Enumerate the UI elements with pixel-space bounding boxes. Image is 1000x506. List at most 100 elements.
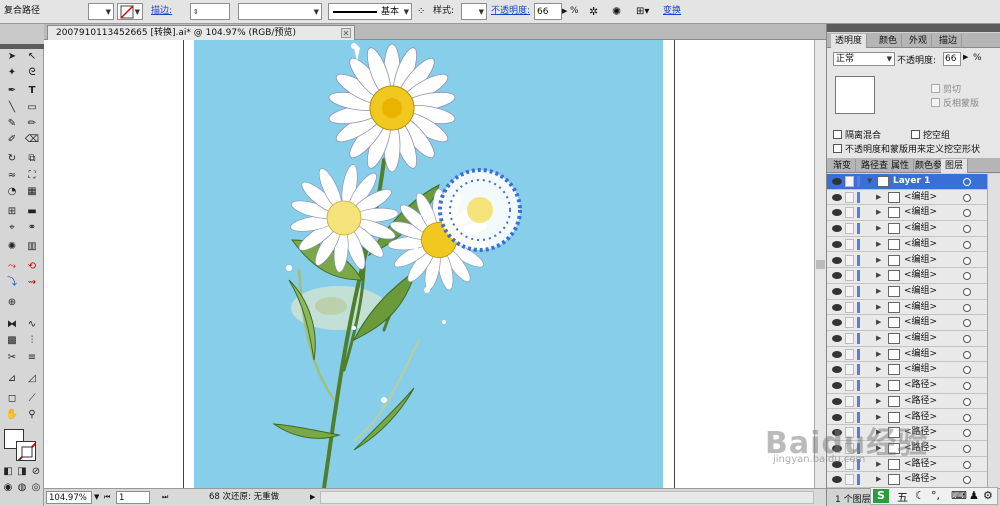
target-icon[interactable] — [963, 303, 971, 312]
sublayer-row[interactable]: ▶ <编组> — [827, 331, 987, 347]
variable-width-dropdown[interactable]: ▼ — [238, 3, 322, 20]
stroke-weight-field[interactable]: ⇕ — [190, 3, 230, 20]
sublayer-row[interactable]: ▶ <路径> — [827, 378, 987, 394]
eye-icon[interactable] — [832, 240, 842, 248]
hand-icon[interactable]: ✋ — [3, 408, 21, 422]
ime-moon-icon[interactable]: ☾ — [915, 489, 925, 502]
target-icon[interactable] — [963, 287, 971, 296]
sublayer-row[interactable]: ▶ <路径> — [827, 393, 987, 410]
target-icon[interactable] — [963, 240, 971, 249]
ime-punct-icon[interactable]: °, — [931, 489, 940, 502]
ime-toolbar[interactable]: S 五 ☾ °, ⌨ ♟ ⚙ — [870, 487, 998, 505]
eye-icon[interactable] — [832, 193, 842, 201]
lock-toggle[interactable] — [845, 207, 854, 219]
blob-brush-icon[interactable]: ✐ — [3, 133, 21, 147]
color-mode-icon[interactable]: ◧ — [1, 465, 15, 479]
zoom-field[interactable]: 104.97% — [46, 491, 92, 504]
eye-icon[interactable] — [832, 476, 842, 484]
align-icon[interactable]: ⊞▾ — [636, 3, 658, 20]
lock-toggle[interactable] — [845, 364, 854, 376]
flower-artwork[interactable] — [194, 40, 663, 488]
line-icon[interactable]: ╲ — [3, 101, 21, 115]
eye-icon[interactable] — [832, 287, 842, 295]
stroke-link[interactable]: 描边: — [151, 3, 172, 20]
graph-icon[interactable]: ▥ — [23, 240, 41, 254]
target-icon[interactable] — [963, 350, 971, 359]
lock-toggle[interactable] — [845, 176, 854, 187]
lock-toggle[interactable] — [845, 333, 854, 344]
rectangle-icon[interactable]: ▭ — [23, 101, 41, 115]
eye-icon[interactable] — [832, 413, 842, 421]
lock-toggle[interactable] — [845, 427, 854, 439]
lock-toggle[interactable] — [845, 395, 854, 407]
lock-toggle[interactable] — [845, 380, 854, 392]
tab-layers[interactable]: 图层 — [941, 159, 969, 173]
layer-row[interactable]: ▼ Layer 1 — [827, 174, 987, 190]
close-icon[interactable]: ✕ — [341, 28, 351, 38]
sublayer-row[interactable]: ▶ <编组> — [827, 283, 987, 300]
symbol-sprayer-icon[interactable]: ✺ — [3, 240, 21, 254]
target-icon[interactable] — [963, 193, 971, 202]
measure-icon[interactable]: ⟋ — [23, 392, 41, 406]
eye-icon[interactable] — [832, 350, 842, 358]
document-tab[interactable]: 2007910113452665 [转换].ai* @ 104.97% (RGB… — [47, 25, 355, 40]
expand-arrow-icon[interactable]: ▶ — [876, 190, 881, 205]
target-icon[interactable] — [963, 366, 971, 375]
lock-toggle[interactable] — [845, 348, 854, 360]
expand-arrow-icon[interactable]: ▶ — [876, 300, 881, 315]
vertical-scroll-thumb[interactable] — [816, 260, 825, 269]
knockout-group-checkbox[interactable] — [911, 130, 920, 139]
clip-checkbox[interactable] — [931, 84, 940, 93]
tab-attributes[interactable]: 属性 — [887, 159, 915, 173]
target-icon[interactable] — [963, 382, 971, 391]
sublayer-row[interactable]: ▶ <编组> — [827, 189, 987, 206]
selected-flower[interactable] — [438, 168, 522, 252]
target-icon[interactable] — [963, 444, 971, 453]
sublayer-row[interactable]: ▶ <路径> — [827, 456, 987, 473]
canvas-vertical-scrollbar[interactable] — [814, 40, 826, 488]
knife-icon[interactable]: ≡ — [23, 351, 41, 365]
expand-arrow-icon[interactable]: ▶ — [876, 362, 881, 377]
target-icon[interactable] — [963, 335, 971, 343]
eye-icon[interactable] — [832, 382, 842, 390]
align-tool-icon[interactable]: ⫶ — [23, 334, 41, 348]
ime-settings-icon[interactable]: ⚙ — [983, 489, 993, 502]
expand-arrow-icon[interactable]: ▼ — [867, 174, 872, 189]
scissors-icon[interactable]: ✂ — [3, 351, 21, 365]
canvas[interactable] — [44, 40, 814, 488]
expand-arrow-icon[interactable]: ▶ — [876, 425, 881, 440]
isolate-group-icon[interactable]: ✺ — [612, 3, 628, 20]
expand-arrow-icon[interactable]: ▶ — [876, 410, 881, 425]
eye-icon[interactable] — [832, 397, 842, 405]
first-artboard-icon[interactable]: ⏮ — [104, 491, 110, 504]
lock-toggle[interactable] — [845, 254, 854, 266]
draw-normal-icon[interactable]: ◉ — [1, 481, 15, 495]
sublayer-row[interactable]: ▶ <编组> — [827, 252, 987, 269]
tab-transparency[interactable]: 透明度 — [831, 34, 868, 48]
warp-icon[interactable]: ≈ — [3, 169, 21, 183]
transform-link[interactable]: 变换 — [663, 3, 681, 20]
lock-toggle[interactable] — [845, 317, 854, 329]
expand-arrow-icon[interactable]: ▶ — [876, 221, 881, 236]
document-setup-icon[interactable]: ⁘ — [417, 3, 431, 20]
last-artboard-icon[interactable]: ⏭ — [162, 491, 168, 504]
tools-panel-grip[interactable] — [0, 44, 44, 49]
target-icon[interactable] — [963, 460, 971, 469]
free-transform-icon[interactable]: ⛶ — [23, 169, 41, 183]
live-paint-icon[interactable]: ⤳ — [3, 260, 21, 274]
target-icon[interactable] — [963, 397, 971, 406]
tab-appearance[interactable]: 外观 — [905, 34, 933, 48]
scale-icon[interactable]: ⧉ — [23, 152, 41, 166]
tab-gradient[interactable]: 渐变 — [829, 159, 857, 173]
artboard[interactable] — [194, 40, 663, 488]
stroke-color-dropdown[interactable]: ▼ — [117, 3, 143, 20]
eyedropper-icon[interactable]: ⌖ — [3, 221, 21, 235]
expand-arrow-icon[interactable]: ▶ — [876, 441, 881, 456]
target-icon[interactable] — [963, 413, 971, 422]
slice-select-icon[interactable]: ◿ — [23, 372, 41, 386]
expand-arrow-icon[interactable]: ▶ — [876, 472, 881, 487]
eye-icon[interactable] — [832, 256, 842, 264]
expand-arrow-icon[interactable]: ▶ — [876, 205, 881, 220]
sublayer-row[interactable]: ▶ <编组> — [827, 346, 987, 363]
eye-icon[interactable] — [832, 429, 842, 437]
